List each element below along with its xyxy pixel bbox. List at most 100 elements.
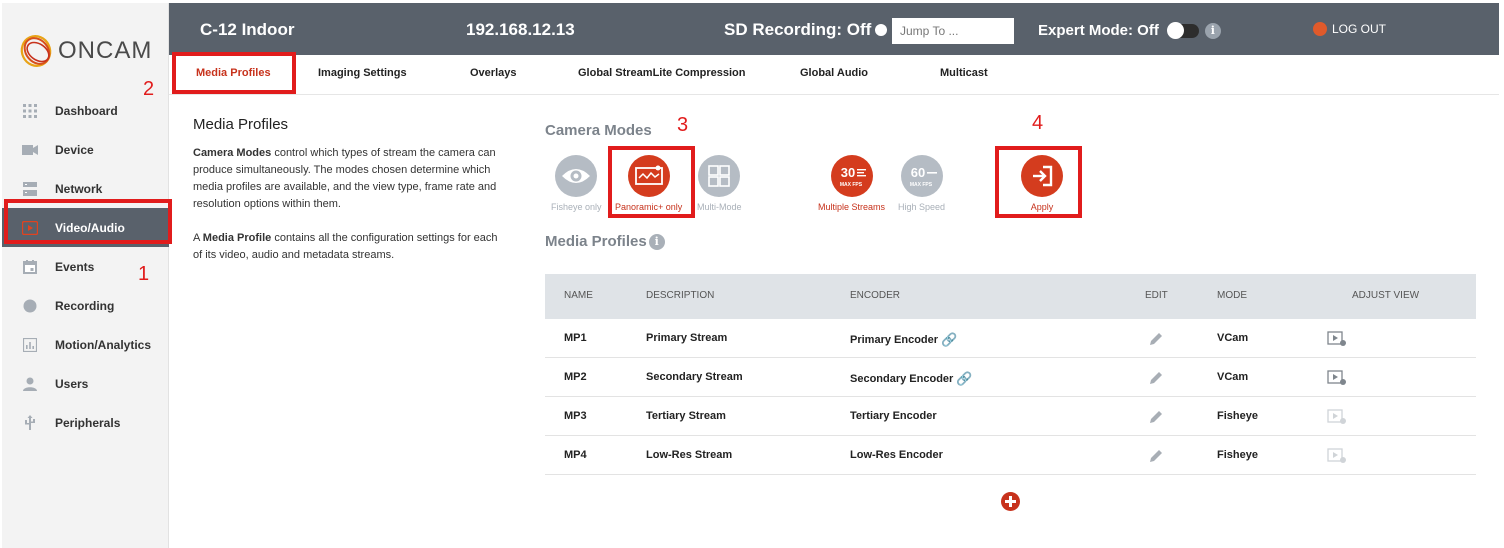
edit-icon[interactable]: [1148, 448, 1164, 469]
calendar-icon: [22, 259, 38, 275]
sidebar-item-label: Dashboard: [55, 103, 118, 118]
mode-label: Multiple Streams: [818, 202, 886, 212]
mode-label: Multi-Mode: [697, 202, 742, 212]
usb-icon: [22, 414, 38, 431]
table-row: MP1 Primary Stream Primary Encoder 🔗 VCam: [545, 319, 1476, 358]
oncam-swirl-icon: [20, 35, 52, 67]
mode-panoramic-only[interactable]: Panoramic+ only: [615, 155, 682, 212]
column-header: NAME: [564, 290, 593, 301]
tab-multicast[interactable]: Multicast: [940, 67, 988, 79]
expert-mode: Expert Mode: Off i: [1038, 21, 1221, 39]
column-header: ENCODER: [850, 290, 901, 301]
sidebar-item-label: Device: [55, 142, 94, 157]
annotation-number-1: 1: [138, 263, 150, 285]
sidebar-item-label: Events: [55, 259, 95, 274]
apply-label: Apply: [1030, 202, 1054, 212]
fps-30-icon: 30 MAX FPS: [830, 155, 873, 197]
mode-high-speed[interactable]: 60 MAX FPS High Speed: [898, 155, 945, 212]
logout-button[interactable]: LOG OUT: [1313, 22, 1386, 36]
fps-badge: 30: [840, 165, 854, 180]
column-header: MODE: [1217, 290, 1247, 301]
adjust-view-icon-disabled: [1327, 409, 1347, 430]
adjust-view-icon[interactable]: [1327, 331, 1347, 352]
profile-name: MP2: [564, 371, 587, 383]
info-icon[interactable]: i: [1204, 22, 1221, 39]
media-profiles-title: Media Profiles i: [545, 233, 665, 250]
profile-description: Secondary Stream: [646, 371, 743, 383]
fps-badge-sub: MAX FPS: [909, 182, 932, 188]
camera-modes-term: Camera Modes: [193, 147, 272, 159]
video-icon: [22, 220, 38, 236]
oncam-logo: ONCAM: [18, 33, 152, 69]
profile-name: MP1: [564, 332, 587, 344]
expert-mode-toggle[interactable]: [1166, 21, 1199, 39]
user-icon: [22, 376, 38, 392]
table-row: MP2 Secondary Stream Secondary Encoder 🔗 …: [545, 358, 1476, 397]
link-icon[interactable]: 🔗: [956, 371, 972, 387]
media-profile-text-prefix: A: [193, 232, 203, 244]
sidebar-item-users[interactable]: Users: [2, 364, 169, 403]
plus-icon: [1005, 496, 1016, 507]
sidebar-item-device[interactable]: Device: [2, 130, 169, 169]
description-panel: Media Profiles Camera Modes control whic…: [193, 116, 503, 281]
apply-button[interactable]: Apply: [1021, 155, 1063, 212]
annotation-number-4: 4: [1032, 112, 1044, 134]
sidebar-item-video-audio[interactable]: Video/Audio: [2, 208, 169, 247]
camera-modes-title: Camera Modes: [545, 122, 652, 139]
page-title: Media Profiles: [193, 116, 289, 133]
fps-badge: 60: [910, 165, 924, 180]
profile-description: Tertiary Stream: [646, 410, 726, 422]
network-icon: [22, 181, 38, 197]
camera-modes-description: Camera Modes control which types of stre…: [193, 145, 503, 213]
logout-label: LOG OUT: [1332, 22, 1387, 36]
edit-icon[interactable]: [1148, 370, 1164, 391]
app-window: ONCAM Dashboard Device Network Video/Aud…: [0, 0, 1504, 548]
profile-mode: Fisheye: [1217, 449, 1258, 461]
edit-icon[interactable]: [1148, 331, 1164, 352]
panoramic-icon: [627, 155, 670, 197]
tab-global-streamlite-compression[interactable]: Global StreamLite Compression: [578, 67, 745, 79]
edit-icon[interactable]: [1148, 409, 1164, 430]
column-header: ADJUST VIEW: [1352, 290, 1420, 301]
info-icon[interactable]: i: [648, 233, 665, 250]
chart-icon: [22, 337, 38, 353]
multi-mode-icon: [698, 155, 741, 197]
mode-multiple-streams[interactable]: 30 MAX FPS Multiple Streams: [818, 155, 885, 212]
tab-overlays[interactable]: Overlays: [470, 67, 516, 79]
sidebar-item-recording[interactable]: Recording: [2, 286, 169, 325]
sidebar-item-label: Motion/Analytics: [55, 337, 152, 352]
media-profile-description: A Media Profile contains all the configu…: [193, 230, 503, 264]
adjust-view-icon[interactable]: [1327, 370, 1347, 391]
annotation-number-3: 3: [677, 114, 689, 136]
media-profile-term: Media Profile: [202, 232, 272, 244]
sidebar-item-peripherals[interactable]: Peripherals: [2, 403, 169, 442]
profile-encoder: Primary Encoder 🔗: [850, 332, 957, 348]
jump-to-input[interactable]: [892, 18, 1014, 44]
mode-label: High Speed: [898, 202, 946, 212]
mode-multi-mode[interactable]: Multi-Mode: [697, 155, 742, 212]
sidebar-item-label: Video/Audio: [55, 220, 125, 235]
header-bar: C-12 Indoor 192.168.12.13 SD Recording: …: [169, 3, 1499, 55]
tab-global-audio[interactable]: Global Audio: [800, 67, 868, 79]
annotation-number-2: 2: [143, 78, 155, 100]
mode-fisheye-only[interactable]: Fisheye only: [551, 155, 602, 212]
adjust-view-icon-disabled: [1327, 448, 1347, 469]
column-header: EDIT: [1145, 290, 1168, 301]
profile-mode: VCam: [1217, 371, 1249, 383]
sidebar-item-label: Network: [55, 181, 103, 196]
tab-imaging-settings[interactable]: Imaging Settings: [318, 67, 407, 79]
encoder-label: Secondary Encoder: [850, 373, 954, 385]
apply-icon: [1021, 155, 1063, 197]
add-profile-button[interactable]: [1001, 492, 1020, 511]
table-row: MP3 Tertiary Stream Tertiary Encoder Fis…: [545, 397, 1476, 436]
fps-60-icon: 60 MAX FPS: [900, 155, 943, 197]
sidebar-item-network[interactable]: Network: [2, 169, 169, 208]
link-icon[interactable]: 🔗: [941, 332, 957, 348]
profile-description: Primary Stream: [646, 332, 728, 344]
camera-icon: [22, 142, 38, 158]
media-profiles-table: NAME DESCRIPTION ENCODER EDIT MODE ADJUS…: [545, 274, 1476, 475]
tab-media-profiles[interactable]: Media Profiles: [196, 67, 271, 79]
ip-address: 192.168.12.13: [466, 20, 575, 39]
profile-mode: Fisheye: [1217, 410, 1258, 422]
sidebar-item-motion-analytics[interactable]: Motion/Analytics: [2, 325, 169, 364]
